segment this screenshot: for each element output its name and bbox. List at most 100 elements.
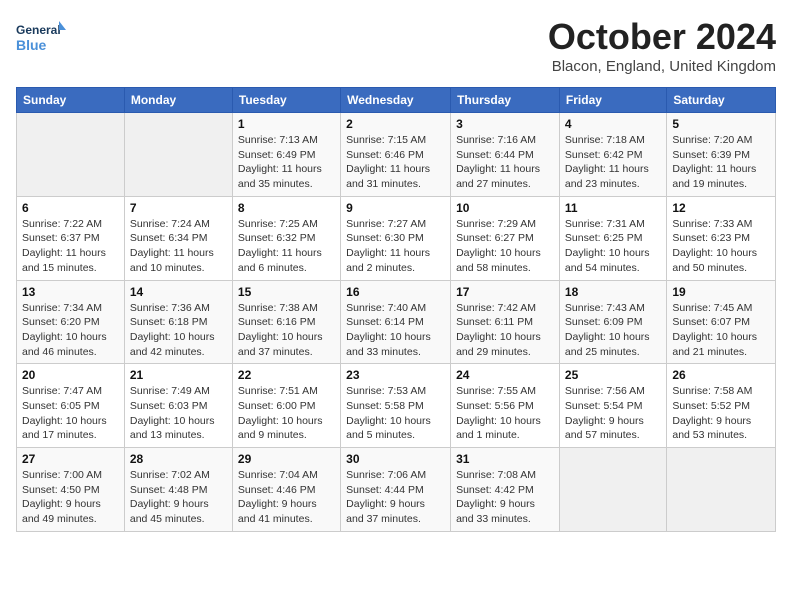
day-number: 22 xyxy=(238,368,335,382)
location: Blacon, England, United Kingdom xyxy=(548,58,776,75)
week-row-2: 6 Sunrise: 7:22 AM Sunset: 6:37 PM Daylig… xyxy=(17,196,776,280)
calendar-cell: 4 Sunrise: 7:18 AM Sunset: 6:42 PM Daylig… xyxy=(559,113,666,197)
day-number: 24 xyxy=(456,368,554,382)
day-number: 12 xyxy=(672,201,770,215)
calendar-cell: 13 Sunrise: 7:34 AM Sunset: 6:20 PM Dayli… xyxy=(17,280,125,364)
calendar-cell: 28 Sunrise: 7:02 AM Sunset: 4:48 PM Dayli… xyxy=(124,448,232,532)
calendar-cell: 25 Sunrise: 7:56 AM Sunset: 5:54 PM Dayli… xyxy=(559,364,666,448)
day-detail: Sunrise: 7:31 AM Sunset: 6:25 PM Dayligh… xyxy=(565,217,661,276)
calendar-cell: 21 Sunrise: 7:49 AM Sunset: 6:03 PM Dayli… xyxy=(124,364,232,448)
day-detail: Sunrise: 7:56 AM Sunset: 5:54 PM Dayligh… xyxy=(565,384,661,443)
day-number: 18 xyxy=(565,285,661,299)
weekday-header-sunday: Sunday xyxy=(17,88,125,113)
day-number: 13 xyxy=(22,285,119,299)
calendar-cell: 22 Sunrise: 7:51 AM Sunset: 6:00 PM Dayli… xyxy=(232,364,340,448)
weekday-header-wednesday: Wednesday xyxy=(341,88,451,113)
day-number: 7 xyxy=(130,201,227,215)
calendar-cell: 16 Sunrise: 7:40 AM Sunset: 6:14 PM Dayli… xyxy=(341,280,451,364)
calendar-cell: 2Sunrise: 7:15 AM Sunset: 6:46 PM Daylig… xyxy=(341,113,451,197)
day-detail: Sunrise: 7:33 AM Sunset: 6:23 PM Dayligh… xyxy=(672,217,770,276)
calendar-cell xyxy=(667,448,776,532)
day-detail: Sunrise: 7:04 AM Sunset: 4:46 PM Dayligh… xyxy=(238,468,335,527)
day-detail: Sunrise: 7:16 AM Sunset: 6:44 PM Dayligh… xyxy=(456,133,554,192)
calendar-cell: 12 Sunrise: 7:33 AM Sunset: 6:23 PM Dayli… xyxy=(667,196,776,280)
day-number: 30 xyxy=(346,452,445,466)
calendar-cell: 15 Sunrise: 7:38 AM Sunset: 6:16 PM Dayli… xyxy=(232,280,340,364)
day-number: 25 xyxy=(565,368,661,382)
day-detail: Sunrise: 7:08 AM Sunset: 4:42 PM Dayligh… xyxy=(456,468,554,527)
day-detail: Sunrise: 7:43 AM Sunset: 6:09 PM Dayligh… xyxy=(565,301,661,360)
day-number: 15 xyxy=(238,285,335,299)
week-row-3: 13 Sunrise: 7:34 AM Sunset: 6:20 PM Dayli… xyxy=(17,280,776,364)
calendar-cell: 7 Sunrise: 7:24 AM Sunset: 6:34 PM Daylig… xyxy=(124,196,232,280)
day-detail: Sunrise: 7:18 AM Sunset: 6:42 PM Dayligh… xyxy=(565,133,661,192)
day-number: 26 xyxy=(672,368,770,382)
calendar-cell xyxy=(124,113,232,197)
calendar-cell: 3Sunrise: 7:16 AM Sunset: 6:44 PM Daylig… xyxy=(451,113,560,197)
day-detail: Sunrise: 7:49 AM Sunset: 6:03 PM Dayligh… xyxy=(130,384,227,443)
weekday-header-thursday: Thursday xyxy=(451,88,560,113)
logo: General Blue xyxy=(16,16,66,61)
day-number: 2 xyxy=(346,117,445,131)
month-title: October 2024 xyxy=(548,16,776,58)
day-detail: Sunrise: 7:00 AM Sunset: 4:50 PM Dayligh… xyxy=(22,468,119,527)
calendar-cell: 18 Sunrise: 7:43 AM Sunset: 6:09 PM Dayli… xyxy=(559,280,666,364)
day-detail: Sunrise: 7:02 AM Sunset: 4:48 PM Dayligh… xyxy=(130,468,227,527)
day-number: 21 xyxy=(130,368,227,382)
logo-svg: General Blue xyxy=(16,16,66,61)
day-detail: Sunrise: 7:45 AM Sunset: 6:07 PM Dayligh… xyxy=(672,301,770,360)
calendar-cell: 31Sunrise: 7:08 AM Sunset: 4:42 PM Dayli… xyxy=(451,448,560,532)
calendar-cell: 19 Sunrise: 7:45 AM Sunset: 6:07 PM Dayli… xyxy=(667,280,776,364)
day-detail: Sunrise: 7:06 AM Sunset: 4:44 PM Dayligh… xyxy=(346,468,445,527)
svg-text:Blue: Blue xyxy=(16,37,47,53)
day-number: 11 xyxy=(565,201,661,215)
calendar-cell xyxy=(17,113,125,197)
day-number: 28 xyxy=(130,452,227,466)
calendar-cell: 5 Sunrise: 7:20 AM Sunset: 6:39 PM Daylig… xyxy=(667,113,776,197)
page-header: General Blue October 2024 Blacon, Englan… xyxy=(16,16,776,75)
day-number: 19 xyxy=(672,285,770,299)
week-row-4: 20Sunrise: 7:47 AM Sunset: 6:05 PM Dayli… xyxy=(17,364,776,448)
day-detail: Sunrise: 7:25 AM Sunset: 6:32 PM Dayligh… xyxy=(238,217,335,276)
calendar-cell: 17Sunrise: 7:42 AM Sunset: 6:11 PM Dayli… xyxy=(451,280,560,364)
week-row-1: 1 Sunrise: 7:13 AM Sunset: 6:49 PM Daylig… xyxy=(17,113,776,197)
day-number: 9 xyxy=(346,201,445,215)
title-block: October 2024 Blacon, England, United Kin… xyxy=(548,16,776,75)
day-detail: Sunrise: 7:24 AM Sunset: 6:34 PM Dayligh… xyxy=(130,217,227,276)
day-detail: Sunrise: 7:13 AM Sunset: 6:49 PM Dayligh… xyxy=(238,133,335,192)
calendar-cell: 20Sunrise: 7:47 AM Sunset: 6:05 PM Dayli… xyxy=(17,364,125,448)
calendar-cell: 11 Sunrise: 7:31 AM Sunset: 6:25 PM Dayli… xyxy=(559,196,666,280)
day-number: 1 xyxy=(238,117,335,131)
day-detail: Sunrise: 7:22 AM Sunset: 6:37 PM Dayligh… xyxy=(22,217,119,276)
day-detail: Sunrise: 7:38 AM Sunset: 6:16 PM Dayligh… xyxy=(238,301,335,360)
day-number: 16 xyxy=(346,285,445,299)
day-detail: Sunrise: 7:51 AM Sunset: 6:00 PM Dayligh… xyxy=(238,384,335,443)
day-number: 8 xyxy=(238,201,335,215)
day-number: 27 xyxy=(22,452,119,466)
day-detail: Sunrise: 7:20 AM Sunset: 6:39 PM Dayligh… xyxy=(672,133,770,192)
weekday-header-tuesday: Tuesday xyxy=(232,88,340,113)
day-detail: Sunrise: 7:40 AM Sunset: 6:14 PM Dayligh… xyxy=(346,301,445,360)
day-detail: Sunrise: 7:29 AM Sunset: 6:27 PM Dayligh… xyxy=(456,217,554,276)
day-detail: Sunrise: 7:42 AM Sunset: 6:11 PM Dayligh… xyxy=(456,301,554,360)
calendar-cell: 9Sunrise: 7:27 AM Sunset: 6:30 PM Daylig… xyxy=(341,196,451,280)
day-detail: Sunrise: 7:36 AM Sunset: 6:18 PM Dayligh… xyxy=(130,301,227,360)
calendar-cell: 1 Sunrise: 7:13 AM Sunset: 6:49 PM Daylig… xyxy=(232,113,340,197)
day-detail: Sunrise: 7:34 AM Sunset: 6:20 PM Dayligh… xyxy=(22,301,119,360)
weekday-header-friday: Friday xyxy=(559,88,666,113)
calendar-cell: 24 Sunrise: 7:55 AM Sunset: 5:56 PM Dayli… xyxy=(451,364,560,448)
week-row-5: 27 Sunrise: 7:00 AM Sunset: 4:50 PM Dayli… xyxy=(17,448,776,532)
day-detail: Sunrise: 7:58 AM Sunset: 5:52 PM Dayligh… xyxy=(672,384,770,443)
day-number: 10 xyxy=(456,201,554,215)
calendar-cell: 27 Sunrise: 7:00 AM Sunset: 4:50 PM Dayli… xyxy=(17,448,125,532)
day-number: 23 xyxy=(346,368,445,382)
day-detail: Sunrise: 7:53 AM Sunset: 5:58 PM Dayligh… xyxy=(346,384,445,443)
day-number: 4 xyxy=(565,117,661,131)
day-number: 5 xyxy=(672,117,770,131)
calendar-cell: 8 Sunrise: 7:25 AM Sunset: 6:32 PM Daylig… xyxy=(232,196,340,280)
calendar-cell: 23 Sunrise: 7:53 AM Sunset: 5:58 PM Dayli… xyxy=(341,364,451,448)
calendar-cell: 29Sunrise: 7:04 AM Sunset: 4:46 PM Dayli… xyxy=(232,448,340,532)
calendar-cell: 6 Sunrise: 7:22 AM Sunset: 6:37 PM Daylig… xyxy=(17,196,125,280)
day-number: 6 xyxy=(22,201,119,215)
day-detail: Sunrise: 7:55 AM Sunset: 5:56 PM Dayligh… xyxy=(456,384,554,443)
